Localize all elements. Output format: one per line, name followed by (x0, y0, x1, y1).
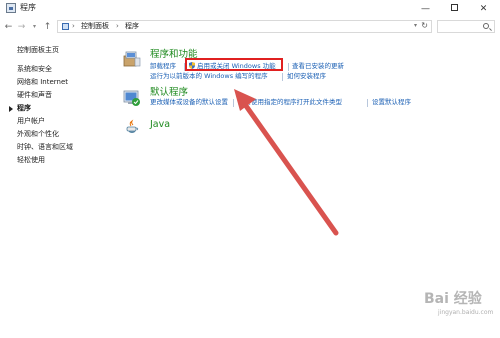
change-media-defaults-link[interactable]: 更改媒体或设备的默认设置 (150, 98, 228, 107)
sidebar-item-programs[interactable]: 程序 (9, 104, 31, 113)
breadcrumb-programs[interactable]: 程序 (125, 22, 139, 31)
address-bar[interactable]: › 控制面板 › 程序 ▾ ↻ (57, 20, 432, 33)
programs-features-icon[interactable] (123, 50, 141, 68)
sidebar: 控制面板主页 系统和安全 网络和 Internet 硬件和声音 程序 用户帐户 … (0, 36, 110, 336)
view-installed-updates-link[interactable]: 查看已安装的更新 (292, 62, 344, 71)
search-input[interactable] (437, 20, 495, 33)
navigation-bar: ← → ▾ ↑ › 控制面板 › 程序 ▾ ↻ (0, 18, 500, 36)
sidebar-item-system-security[interactable]: 系统和安全 (17, 65, 52, 74)
java-icon[interactable] (123, 118, 141, 136)
turn-windows-features-link[interactable]: 启用或关闭 Windows 功能 (197, 62, 276, 71)
sidebar-item-network-internet[interactable]: 网络和 Internet (17, 78, 68, 87)
sidebar-item-control-panel-home[interactable]: 控制面板主页 (17, 46, 59, 55)
sidebar-item-user-accounts[interactable]: 用户帐户 (17, 117, 45, 126)
link-divider (367, 99, 368, 107)
back-button[interactable]: ← (3, 21, 14, 33)
window-title: 程序 (20, 3, 36, 12)
uac-shield-icon (189, 62, 195, 69)
up-button[interactable]: ↑ (42, 21, 53, 33)
control-panel-window: 程序 — ✕ ← → ▾ ↑ › 控制面板 › 程序 ▾ ↻ 控制面板主页 系统… (0, 0, 500, 338)
breadcrumb-control-panel[interactable]: 控制面板 (81, 22, 109, 31)
run-older-programs-link[interactable]: 运行为以前版本的 Windows 编写的程序 (150, 72, 268, 81)
sidebar-item-clock-region[interactable]: 时钟、语言和区域 (17, 143, 73, 152)
sidebar-item-hardware-sound[interactable]: 硬件和声音 (17, 91, 52, 100)
breadcrumb-separator-icon[interactable]: › (116, 22, 119, 30)
default-programs-title[interactable]: 默认程序 (150, 87, 188, 98)
link-divider (233, 99, 234, 107)
search-icon (483, 23, 489, 29)
address-dropdown-icon[interactable]: ▾ (414, 22, 417, 29)
java-title[interactable]: Java (150, 119, 170, 130)
refresh-icon[interactable]: ↻ (421, 21, 428, 30)
link-divider (282, 73, 283, 81)
maximize-icon (451, 4, 458, 11)
sidebar-item-ease-of-access[interactable]: 轻松使用 (17, 156, 45, 165)
file-type-association-link[interactable]: 始终使用指定的程序打开此文件类型 (238, 98, 342, 107)
uninstall-program-link[interactable]: 卸载程序 (150, 62, 176, 71)
forward-button[interactable]: → (16, 21, 27, 33)
sidebar-item-appearance[interactable]: 外观和个性化 (17, 130, 59, 139)
recent-locations-button[interactable]: ▾ (29, 21, 40, 33)
control-panel-app-icon (6, 3, 16, 13)
close-button[interactable]: ✕ (470, 0, 497, 18)
default-programs-icon[interactable] (123, 89, 141, 107)
watermark-logo: Bai 经验 (424, 291, 482, 307)
title-bar: 程序 — ✕ (0, 0, 500, 18)
minimize-button[interactable]: — (412, 0, 439, 18)
link-divider (288, 63, 289, 71)
set-default-programs-link[interactable]: 设置默认程序 (372, 98, 411, 107)
how-to-install-link[interactable]: 如何安装程序 (287, 72, 326, 81)
breadcrumb-separator-icon[interactable]: › (72, 22, 75, 30)
watermark-url: jingyan.baidu.com (438, 309, 494, 316)
maximize-button[interactable] (441, 0, 468, 18)
control-panel-icon (62, 23, 69, 30)
